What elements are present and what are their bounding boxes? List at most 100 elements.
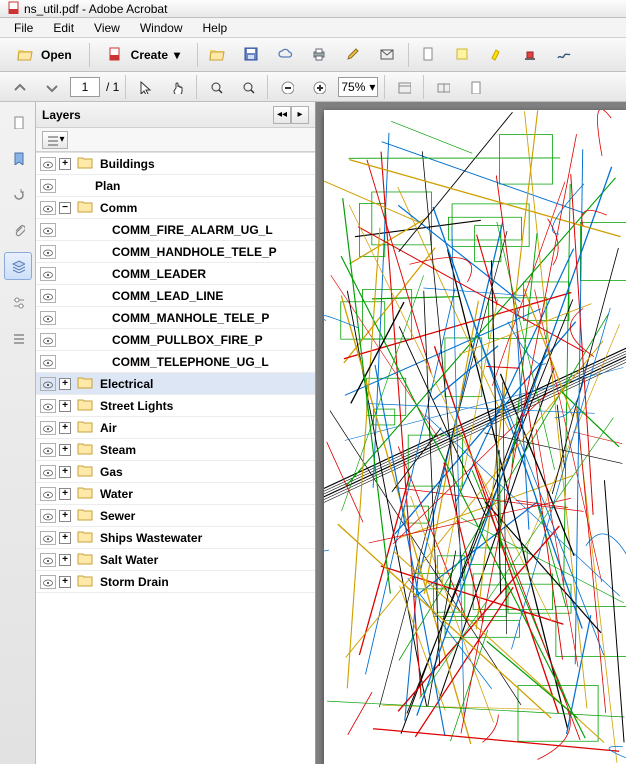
layer-row[interactable]: +Air xyxy=(36,417,315,439)
create-icon xyxy=(107,46,125,64)
expander[interactable]: + xyxy=(59,510,71,522)
menu-window[interactable]: Window xyxy=(130,19,193,37)
toolbar-main: Open Create ▾ xyxy=(0,38,626,72)
expander[interactable]: + xyxy=(59,444,71,456)
folder-icon xyxy=(77,397,93,414)
visibility-toggle[interactable] xyxy=(40,311,56,325)
visibility-toggle[interactable] xyxy=(40,289,56,303)
layer-row[interactable]: COMM_MANHOLE_TELE_P xyxy=(36,307,315,329)
layer-row[interactable]: −Comm xyxy=(36,197,315,219)
expander[interactable]: + xyxy=(59,158,71,170)
layer-row[interactable]: COMM_HANDHOLE_TELE_P xyxy=(36,241,315,263)
note-button[interactable] xyxy=(449,42,477,68)
paperclip-icon xyxy=(11,223,25,237)
page-up-button[interactable] xyxy=(6,74,32,100)
visibility-toggle[interactable] xyxy=(40,509,56,523)
visibility-toggle[interactable] xyxy=(40,421,56,435)
layer-row[interactable]: +Water xyxy=(36,483,315,505)
visibility-toggle[interactable] xyxy=(40,179,56,193)
menu-help[interactable]: Help xyxy=(193,19,238,37)
bookmarks-button[interactable] xyxy=(4,144,32,172)
doc-view-button[interactable] xyxy=(462,74,488,100)
zoom-in-button[interactable] xyxy=(306,74,332,100)
visibility-toggle[interactable] xyxy=(40,575,56,589)
zoom-select[interactable]: 75% ▾ xyxy=(338,77,378,97)
open-folder-button[interactable] xyxy=(204,42,232,68)
read-icon xyxy=(436,80,450,94)
layer-row[interactable]: COMM_PULLBOX_FIRE_P xyxy=(36,329,315,351)
window-view-button[interactable] xyxy=(391,74,417,100)
expander[interactable]: + xyxy=(59,576,71,588)
layer-row[interactable]: Plan xyxy=(36,175,315,197)
open-button[interactable]: Open xyxy=(6,42,83,68)
zoom-out-button[interactable] xyxy=(274,74,300,100)
edit-button[interactable] xyxy=(340,42,368,68)
layer-row[interactable]: + Street Lights xyxy=(36,395,315,417)
layer-row[interactable]: +Steam xyxy=(36,439,315,461)
reload-button[interactable] xyxy=(4,180,32,208)
expander[interactable]: + xyxy=(59,422,71,434)
layer-row[interactable]: COMM_LEADER xyxy=(36,263,315,285)
cloud-button[interactable] xyxy=(272,42,300,68)
visibility-toggle[interactable] xyxy=(40,531,56,545)
visibility-toggle[interactable] xyxy=(40,201,56,215)
expander[interactable]: − xyxy=(59,202,71,214)
menu-file[interactable]: File xyxy=(4,19,43,37)
zoom-loupe-button[interactable] xyxy=(235,74,261,100)
document-view[interactable] xyxy=(316,102,626,764)
layer-row[interactable]: +Gas xyxy=(36,461,315,483)
layer-row[interactable]: +Salt Water xyxy=(36,549,315,571)
zoom-marquee-button[interactable] xyxy=(203,74,229,100)
sign-button[interactable] xyxy=(551,42,579,68)
panel-next-button[interactable]: ▸ xyxy=(291,106,309,124)
visibility-toggle[interactable] xyxy=(40,487,56,501)
visibility-toggle[interactable] xyxy=(40,245,56,259)
save-button[interactable] xyxy=(238,42,266,68)
expander[interactable]: + xyxy=(59,378,71,390)
visibility-toggle[interactable] xyxy=(40,223,56,237)
expander[interactable]: + xyxy=(59,554,71,566)
visibility-toggle[interactable] xyxy=(40,355,56,369)
layer-row[interactable]: COMM_TELEPHONE_UG_L xyxy=(36,351,315,373)
highlight-button[interactable] xyxy=(483,42,511,68)
visibility-toggle[interactable] xyxy=(40,443,56,457)
layer-row[interactable]: +Buildings xyxy=(36,153,315,175)
create-button[interactable]: Create ▾ xyxy=(96,42,191,68)
bars-button[interactable] xyxy=(4,324,32,352)
stamp-button[interactable] xyxy=(517,42,545,68)
visibility-toggle[interactable] xyxy=(40,465,56,479)
menu-view[interactable]: View xyxy=(84,19,130,37)
expander[interactable]: + xyxy=(59,466,71,478)
visibility-toggle[interactable] xyxy=(40,157,56,171)
layers-button[interactable] xyxy=(4,252,32,280)
layer-options-button[interactable]: ▾ xyxy=(42,131,68,149)
visibility-toggle[interactable] xyxy=(40,377,56,391)
print-button[interactable] xyxy=(306,42,334,68)
convert-button[interactable] xyxy=(415,42,443,68)
attachments-button[interactable] xyxy=(4,216,32,244)
visibility-toggle[interactable] xyxy=(40,267,56,281)
expander[interactable]: + xyxy=(59,532,71,544)
menu-edit[interactable]: Edit xyxy=(43,19,84,37)
select-tool-button[interactable] xyxy=(132,74,158,100)
page-number-input[interactable] xyxy=(70,77,100,97)
layer-row[interactable]: +Ships Wastewater xyxy=(36,527,315,549)
layer-row[interactable]: COMM_LEAD_LINE xyxy=(36,285,315,307)
read-mode-button[interactable] xyxy=(430,74,456,100)
layer-name: Street Lights xyxy=(100,399,173,413)
visibility-toggle[interactable] xyxy=(40,399,56,413)
layer-row[interactable]: +Electrical xyxy=(36,373,315,395)
visibility-toggle[interactable] xyxy=(40,553,56,567)
expander[interactable]: + xyxy=(59,488,71,500)
mail-button[interactable] xyxy=(374,42,402,68)
layer-row[interactable]: COMM_FIRE_ALARM_UG_L xyxy=(36,219,315,241)
pan-tool-button[interactable] xyxy=(164,74,190,100)
layer-row[interactable]: +Sewer xyxy=(36,505,315,527)
expander[interactable]: + xyxy=(59,400,71,412)
visibility-toggle[interactable] xyxy=(40,333,56,347)
page-down-button[interactable] xyxy=(38,74,64,100)
panel-prev-button[interactable]: ◂◂ xyxy=(273,106,291,124)
thumbnails-button[interactable] xyxy=(4,108,32,136)
layer-row[interactable]: +Storm Drain xyxy=(36,571,315,593)
sliders-button[interactable] xyxy=(4,288,32,316)
